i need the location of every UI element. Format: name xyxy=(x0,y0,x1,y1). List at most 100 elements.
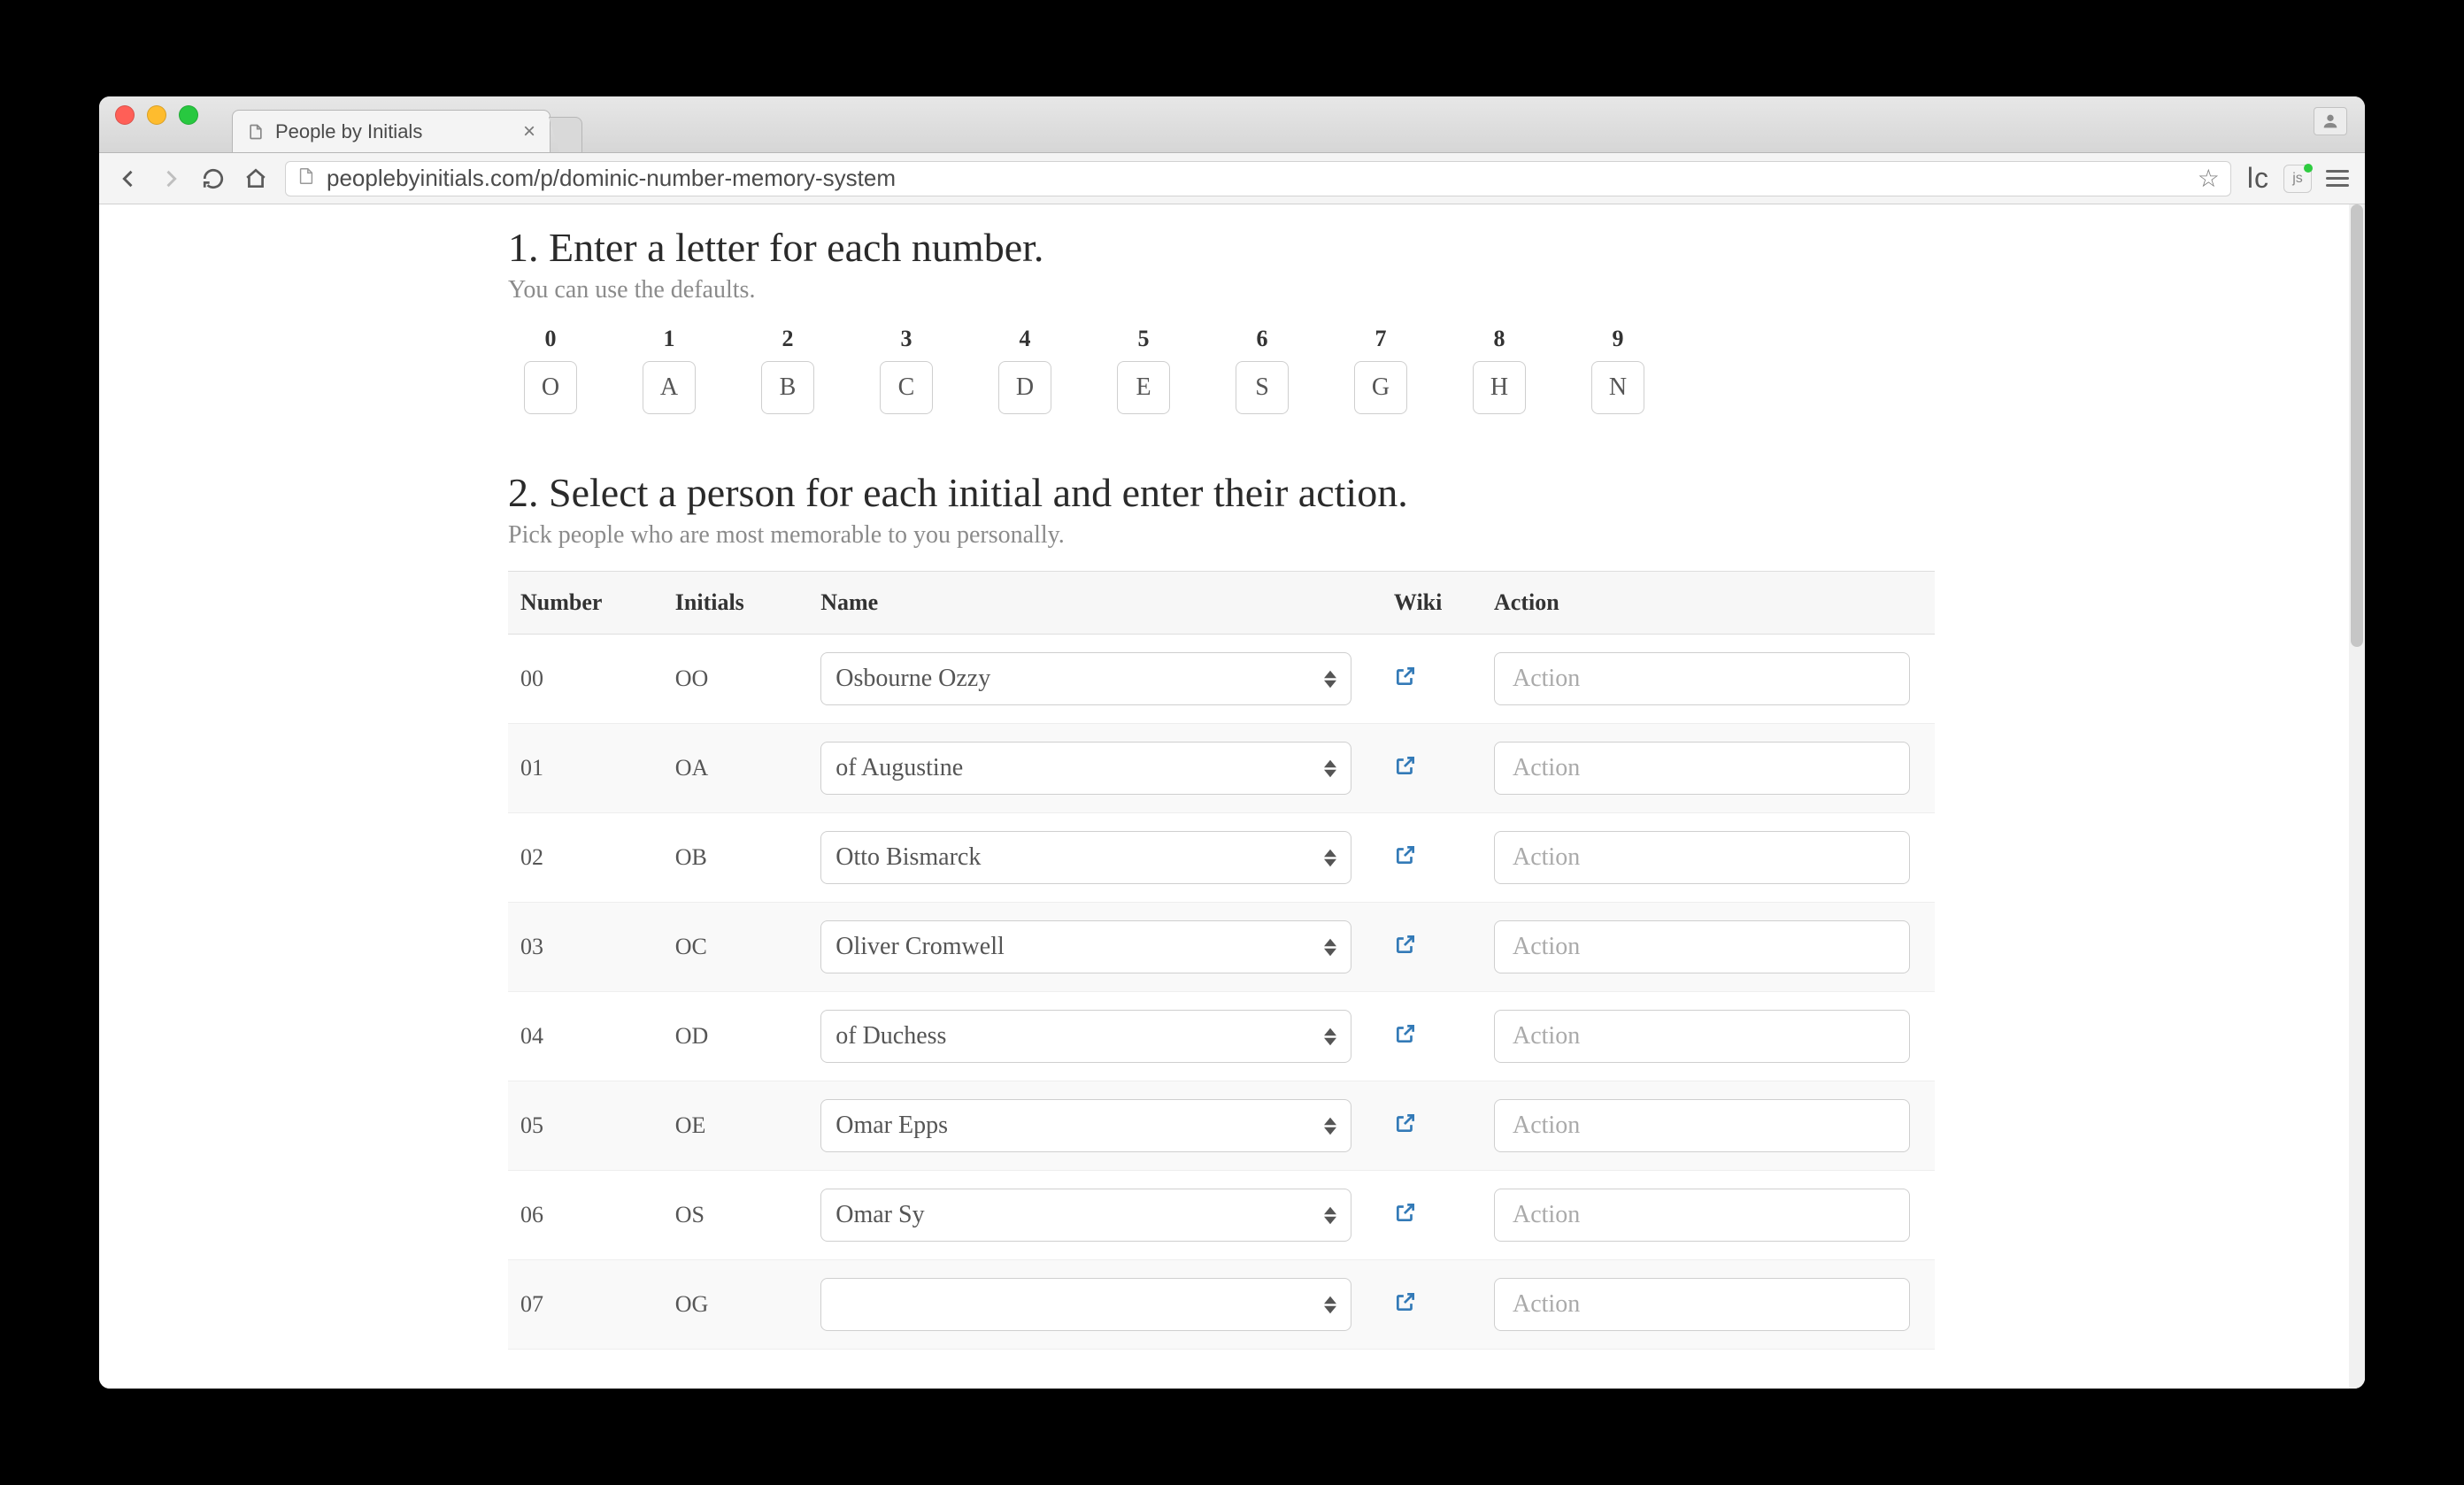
wiki-link-icon[interactable] xyxy=(1394,846,1417,872)
profile-button[interactable] xyxy=(2314,107,2347,135)
name-select[interactable] xyxy=(820,1278,1351,1331)
wiki-link-icon[interactable] xyxy=(1394,935,1417,961)
cell-number: 07 xyxy=(508,1260,663,1350)
action-input[interactable] xyxy=(1494,920,1910,973)
extension-lc-icon[interactable]: lc xyxy=(2247,162,2269,195)
name-select[interactable]: of Augustine xyxy=(820,742,1351,795)
cell-number: 02 xyxy=(508,813,663,903)
letter-input[interactable] xyxy=(1354,361,1407,414)
action-input[interactable] xyxy=(1494,1278,1910,1331)
name-select[interactable]: Oliver Cromwell xyxy=(820,920,1351,973)
cell-initials: OS xyxy=(663,1171,808,1260)
step2-title: 2. Select a person for each initial and … xyxy=(508,469,1935,516)
action-input[interactable] xyxy=(1494,652,1910,705)
extension-js-icon[interactable]: js xyxy=(2283,165,2312,193)
bookmark-button[interactable]: ☆ xyxy=(2198,164,2220,193)
letter-input[interactable] xyxy=(1591,361,1644,414)
wiki-link-icon[interactable] xyxy=(1394,1114,1417,1140)
action-input[interactable] xyxy=(1494,831,1910,884)
maximize-window-button[interactable] xyxy=(179,105,198,125)
letter-column: 1 xyxy=(643,326,696,414)
action-input[interactable] xyxy=(1494,1099,1910,1152)
table-row: 04ODof Duchess xyxy=(508,992,1935,1081)
digit-label: 4 xyxy=(1020,326,1031,352)
back-button[interactable] xyxy=(115,165,142,192)
home-button[interactable] xyxy=(243,165,269,192)
name-select[interactable]: Omar Epps xyxy=(820,1099,1351,1152)
step2-subtitle: Pick people who are most memorable to yo… xyxy=(508,521,1935,550)
letter-input[interactable] xyxy=(761,361,814,414)
name-value: Omar Sy xyxy=(835,1201,924,1229)
name-value: of Duchess xyxy=(835,1022,946,1050)
wiki-link-icon[interactable] xyxy=(1394,667,1417,693)
extension-area: lc js xyxy=(2247,162,2349,195)
letter-input[interactable] xyxy=(880,361,933,414)
forward-button[interactable] xyxy=(158,165,184,192)
table-row: 02OBOtto Bismarck xyxy=(508,813,1935,903)
cell-number: 05 xyxy=(508,1081,663,1171)
close-window-button[interactable] xyxy=(115,105,135,125)
scrollbar[interactable] xyxy=(2349,204,2365,1389)
table-row: 05OEOmar Epps xyxy=(508,1081,1935,1171)
name-select[interactable]: Omar Sy xyxy=(820,1189,1351,1242)
letter-input[interactable] xyxy=(998,361,1051,414)
address-bar[interactable]: peoplebyinitials.com/p/dominic-number-me… xyxy=(285,161,2231,196)
tab-title: People by Initials xyxy=(275,120,422,143)
sort-icon xyxy=(1324,1117,1336,1135)
digit-label: 7 xyxy=(1375,326,1387,352)
letter-column: 4 xyxy=(998,326,1051,414)
url-text: peoplebyinitials.com/p/dominic-number-me… xyxy=(327,165,896,192)
site-icon xyxy=(296,165,316,192)
digit-label: 0 xyxy=(545,326,557,352)
scrollbar-thumb[interactable] xyxy=(2351,204,2363,647)
cell-number: 00 xyxy=(508,635,663,724)
menu-button[interactable] xyxy=(2326,170,2349,187)
wiki-link-icon[interactable] xyxy=(1394,1204,1417,1229)
digit-label: 5 xyxy=(1138,326,1150,352)
cell-number: 01 xyxy=(508,724,663,813)
name-select[interactable]: Otto Bismarck xyxy=(820,831,1351,884)
step1-title: 1. Enter a letter for each number. xyxy=(508,224,1935,271)
close-tab-button[interactable]: × xyxy=(523,119,535,144)
letter-input[interactable] xyxy=(524,361,577,414)
browser-tab[interactable]: People by Initials × xyxy=(232,110,551,152)
cell-initials: OD xyxy=(663,992,808,1081)
action-input[interactable] xyxy=(1494,742,1910,795)
letter-map: 0123456789 xyxy=(524,326,1935,414)
letter-column: 9 xyxy=(1591,326,1644,414)
digit-label: 6 xyxy=(1257,326,1268,352)
wiki-link-icon[interactable] xyxy=(1394,757,1417,782)
sort-icon xyxy=(1324,849,1336,867)
action-input[interactable] xyxy=(1494,1010,1910,1063)
header-wiki: Wiki xyxy=(1382,572,1482,635)
letter-column: 7 xyxy=(1354,326,1407,414)
action-input[interactable] xyxy=(1494,1189,1910,1242)
letter-input[interactable] xyxy=(1117,361,1170,414)
cell-initials: OA xyxy=(663,724,808,813)
header-action: Action xyxy=(1482,572,1935,635)
wiki-link-icon[interactable] xyxy=(1394,1025,1417,1050)
cell-number: 06 xyxy=(508,1171,663,1260)
letter-input[interactable] xyxy=(643,361,696,414)
sort-icon xyxy=(1324,759,1336,778)
cell-initials: OG xyxy=(663,1260,808,1350)
digit-label: 1 xyxy=(664,326,675,352)
letter-input[interactable] xyxy=(1236,361,1289,414)
wiki-link-icon[interactable] xyxy=(1394,1293,1417,1319)
minimize-window-button[interactable] xyxy=(147,105,166,125)
table-row: 00OOOsbourne Ozzy xyxy=(508,635,1935,724)
digit-label: 2 xyxy=(782,326,794,352)
reload-button[interactable] xyxy=(200,165,227,192)
table-row: 07OG xyxy=(508,1260,1935,1350)
people-table: Number Initials Name Wiki Action 00OOOsb… xyxy=(508,571,1935,1350)
cell-initials: OE xyxy=(663,1081,808,1171)
letter-column: 6 xyxy=(1236,326,1289,414)
name-select[interactable]: Osbourne Ozzy xyxy=(820,652,1351,705)
header-number: Number xyxy=(508,572,663,635)
letter-input[interactable] xyxy=(1473,361,1526,414)
digit-label: 3 xyxy=(901,326,912,352)
new-tab-button[interactable] xyxy=(549,117,582,152)
name-select[interactable]: of Duchess xyxy=(820,1010,1351,1063)
titlebar: People by Initials × xyxy=(99,96,2365,153)
header-name: Name xyxy=(808,572,1382,635)
